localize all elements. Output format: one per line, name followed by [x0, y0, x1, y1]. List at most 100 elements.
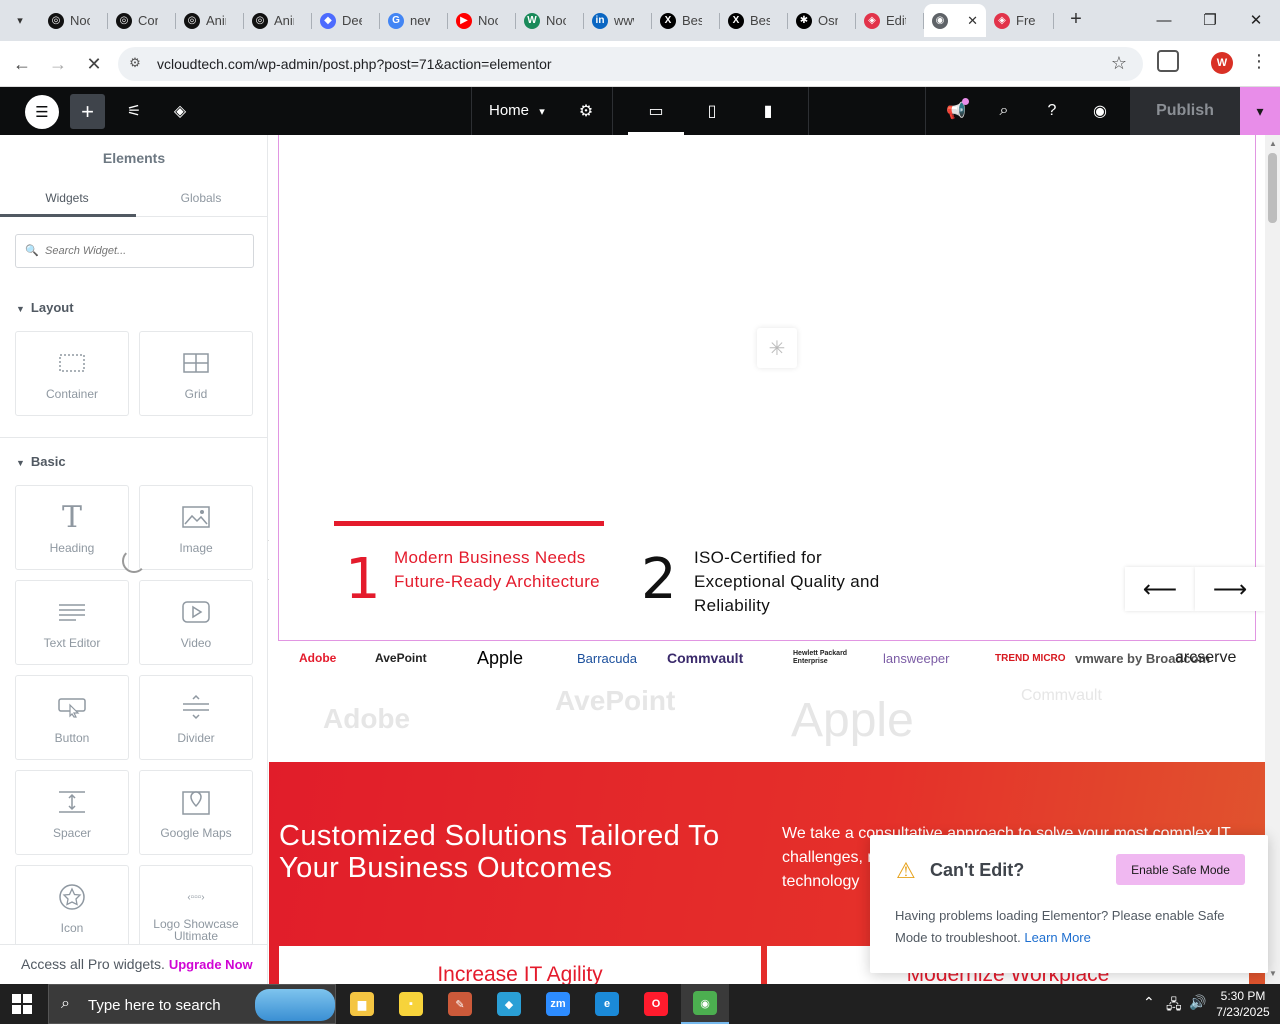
site-settings-sliders-icon[interactable]: ⚟	[120, 97, 148, 125]
browser-tab[interactable]: ◎ Noo	[40, 4, 108, 37]
widget-label: Button	[54, 731, 90, 745]
profile-avatar[interactable]: W	[1211, 52, 1233, 74]
browser-tab[interactable]: ◈ Free	[986, 4, 1054, 37]
page-selector[interactable]: Home ▾	[489, 102, 545, 119]
elementor-logo-icon[interactable]: ☰	[25, 95, 59, 129]
tab-title: Dee	[342, 13, 362, 28]
widget-search-input[interactable]	[45, 242, 245, 260]
widget-label: Logo Showcase Ultimate	[153, 917, 239, 943]
taskbar-app-chrome[interactable]: ◉	[681, 984, 729, 1024]
prev-arrow-button[interactable]: ⟵	[1125, 567, 1195, 611]
star-circle-icon	[16, 882, 128, 912]
new-tab-plus-icon[interactable]: +	[1066, 8, 1086, 31]
widget-text-editor[interactable]: Text Editor	[15, 580, 129, 665]
preview-eye-icon[interactable]: ◉	[1086, 97, 1114, 125]
taskbar-app-app-diamond[interactable]: ◆	[485, 984, 533, 1024]
page-name: Home	[489, 102, 530, 119]
widget-label: Divider	[177, 731, 215, 745]
enable-safe-mode-button[interactable]: Enable Safe Mode	[1116, 854, 1245, 885]
bookmark-star-icon[interactable]: ☆	[1111, 53, 1127, 74]
structure-layers-icon[interactable]: ◈	[166, 97, 194, 125]
back-arrow-icon[interactable]: ←	[8, 50, 36, 78]
widget-video[interactable]: Video	[139, 580, 253, 665]
step-text[interactable]: Modern Business Needs Future-Ready Archi…	[394, 546, 604, 594]
forward-arrow-icon[interactable]: →	[44, 50, 72, 78]
widget-search-box[interactable]: 🔍	[15, 234, 254, 268]
page-settings-gear-icon[interactable]: ⚙	[572, 97, 600, 125]
widget-spacer[interactable]: Spacer	[15, 770, 129, 855]
add-element-plus-icon[interactable]: +	[70, 94, 105, 129]
browser-tab[interactable]: ◈ Edit	[856, 4, 924, 37]
section-basic-header[interactable]: ▼ Basic	[16, 454, 66, 469]
widget-container[interactable]: Container	[15, 331, 129, 416]
logo-arcserve: arcserve	[1175, 649, 1237, 666]
search-icon[interactable]: ⌕	[990, 97, 1018, 125]
taskbar-search-box[interactable]: ⌕ Type here to search	[48, 984, 336, 1024]
widget-button[interactable]: Button	[15, 675, 129, 760]
taskbar-app-paint[interactable]: ✎	[436, 984, 484, 1024]
browser-tab[interactable]: inwww	[584, 4, 652, 37]
tab-search-chevron-icon[interactable]: ▾	[8, 8, 32, 32]
browser-tab-active[interactable]: ◉ ✕	[924, 4, 986, 37]
taskbar-app-file-explorer[interactable]: ▆	[338, 984, 386, 1024]
image-icon	[140, 502, 252, 532]
solution-card[interactable]: Increase IT Agility	[279, 946, 761, 984]
widget-google-maps[interactable]: Google Maps	[139, 770, 253, 855]
taskbar-app-sticky-notes[interactable]: ▪	[387, 984, 435, 1024]
windows-start-icon[interactable]	[12, 994, 32, 1014]
url-text[interactable]: vcloudtech.com/wp-admin/post.php?post=71…	[157, 56, 552, 72]
system-clock[interactable]: 5:30 PM 7/23/2025	[1210, 988, 1276, 1020]
widget-grid[interactable]: Grid	[139, 331, 253, 416]
close-window-icon[interactable]: ✕	[1233, 0, 1279, 40]
widget-logo-showcase[interactable]: ‹▫▫▫› Logo Showcase Ultimate	[139, 865, 253, 950]
scrollbar-thumb[interactable]	[1268, 153, 1277, 223]
learn-more-link[interactable]: Learn More	[1024, 930, 1090, 945]
upgrade-now-link[interactable]: Upgrade Now	[169, 957, 253, 972]
minimize-icon[interactable]: —	[1141, 0, 1187, 40]
scroll-up-icon[interactable]: ▲	[1269, 139, 1277, 148]
network-icon[interactable]: 🖧	[1166, 994, 1182, 1018]
publish-options-chevron-icon[interactable]: ▾	[1240, 87, 1280, 135]
tab-favicon-icon: ◎	[48, 12, 64, 29]
tab-globals[interactable]: Globals	[134, 191, 267, 205]
tab-widgets[interactable]: Widgets	[0, 191, 134, 205]
browser-tab[interactable]: ▶ Noo	[448, 4, 516, 37]
browser-menu-kebab-icon[interactable]: ⋮	[1250, 51, 1268, 72]
browser-tab[interactable]: ◎ Anir	[244, 4, 312, 37]
browser-tab[interactable]: ◎ Con	[108, 4, 176, 37]
widget-image[interactable]: Image	[139, 485, 253, 570]
volume-icon[interactable]: 🔊	[1189, 994, 1206, 1011]
browser-tab[interactable]: ◆ Dee	[312, 4, 380, 37]
desktop-device-icon[interactable]: ▭	[642, 97, 670, 125]
taskbar-app-edge[interactable]: e	[583, 984, 631, 1024]
browser-tab[interactable]: W Noo	[516, 4, 584, 37]
address-bar[interactable]: ⚙ vcloudtech.com/wp-admin/post.php?post=…	[118, 47, 1143, 81]
browser-tab[interactable]: X Best	[720, 4, 788, 37]
next-arrow-button[interactable]: ⟶	[1195, 567, 1265, 611]
widget-icon[interactable]: Icon	[15, 865, 129, 950]
scroll-down-icon[interactable]: ▼	[1269, 969, 1277, 978]
mobile-device-icon[interactable]: ▮	[754, 97, 782, 125]
tablet-device-icon[interactable]: ▯	[698, 97, 726, 125]
close-tab-icon[interactable]: ✕	[967, 13, 978, 29]
browser-tab[interactable]: ◎ Anir	[176, 4, 244, 37]
taskbar-app-opera[interactable]: O	[632, 984, 680, 1024]
taskbar-app-zoom[interactable]: zm	[534, 984, 582, 1024]
hero-section[interactable]: ✳ 1 Modern Business Needs Future-Ready A…	[278, 135, 1265, 641]
restore-icon[interactable]: ❐	[1187, 0, 1233, 40]
section-layout-header[interactable]: ▼ Layout	[16, 300, 74, 315]
widget-heading[interactable]: T Heading	[15, 485, 129, 570]
browser-tab[interactable]: X Best	[652, 4, 720, 37]
step-text[interactable]: ISO-Certified for Exceptional Quality an…	[694, 546, 914, 618]
widget-divider[interactable]: Divider	[139, 675, 253, 760]
extensions-puzzle-icon[interactable]	[1157, 50, 1179, 72]
tab-title: new	[410, 13, 430, 28]
show-hidden-icons-chevron-icon[interactable]: ⌃	[1143, 994, 1155, 1011]
browser-tab[interactable]: ✱ Osn	[788, 4, 856, 37]
browser-tab[interactable]: Gnew	[380, 4, 448, 37]
tab-favicon-icon: ✱	[796, 12, 812, 29]
help-question-icon[interactable]: ?	[1038, 97, 1066, 125]
stop-loading-icon[interactable]: ✕	[80, 50, 108, 78]
publish-button[interactable]: Publish	[1130, 87, 1240, 135]
site-info-icon[interactable]: ⚙	[126, 55, 144, 73]
